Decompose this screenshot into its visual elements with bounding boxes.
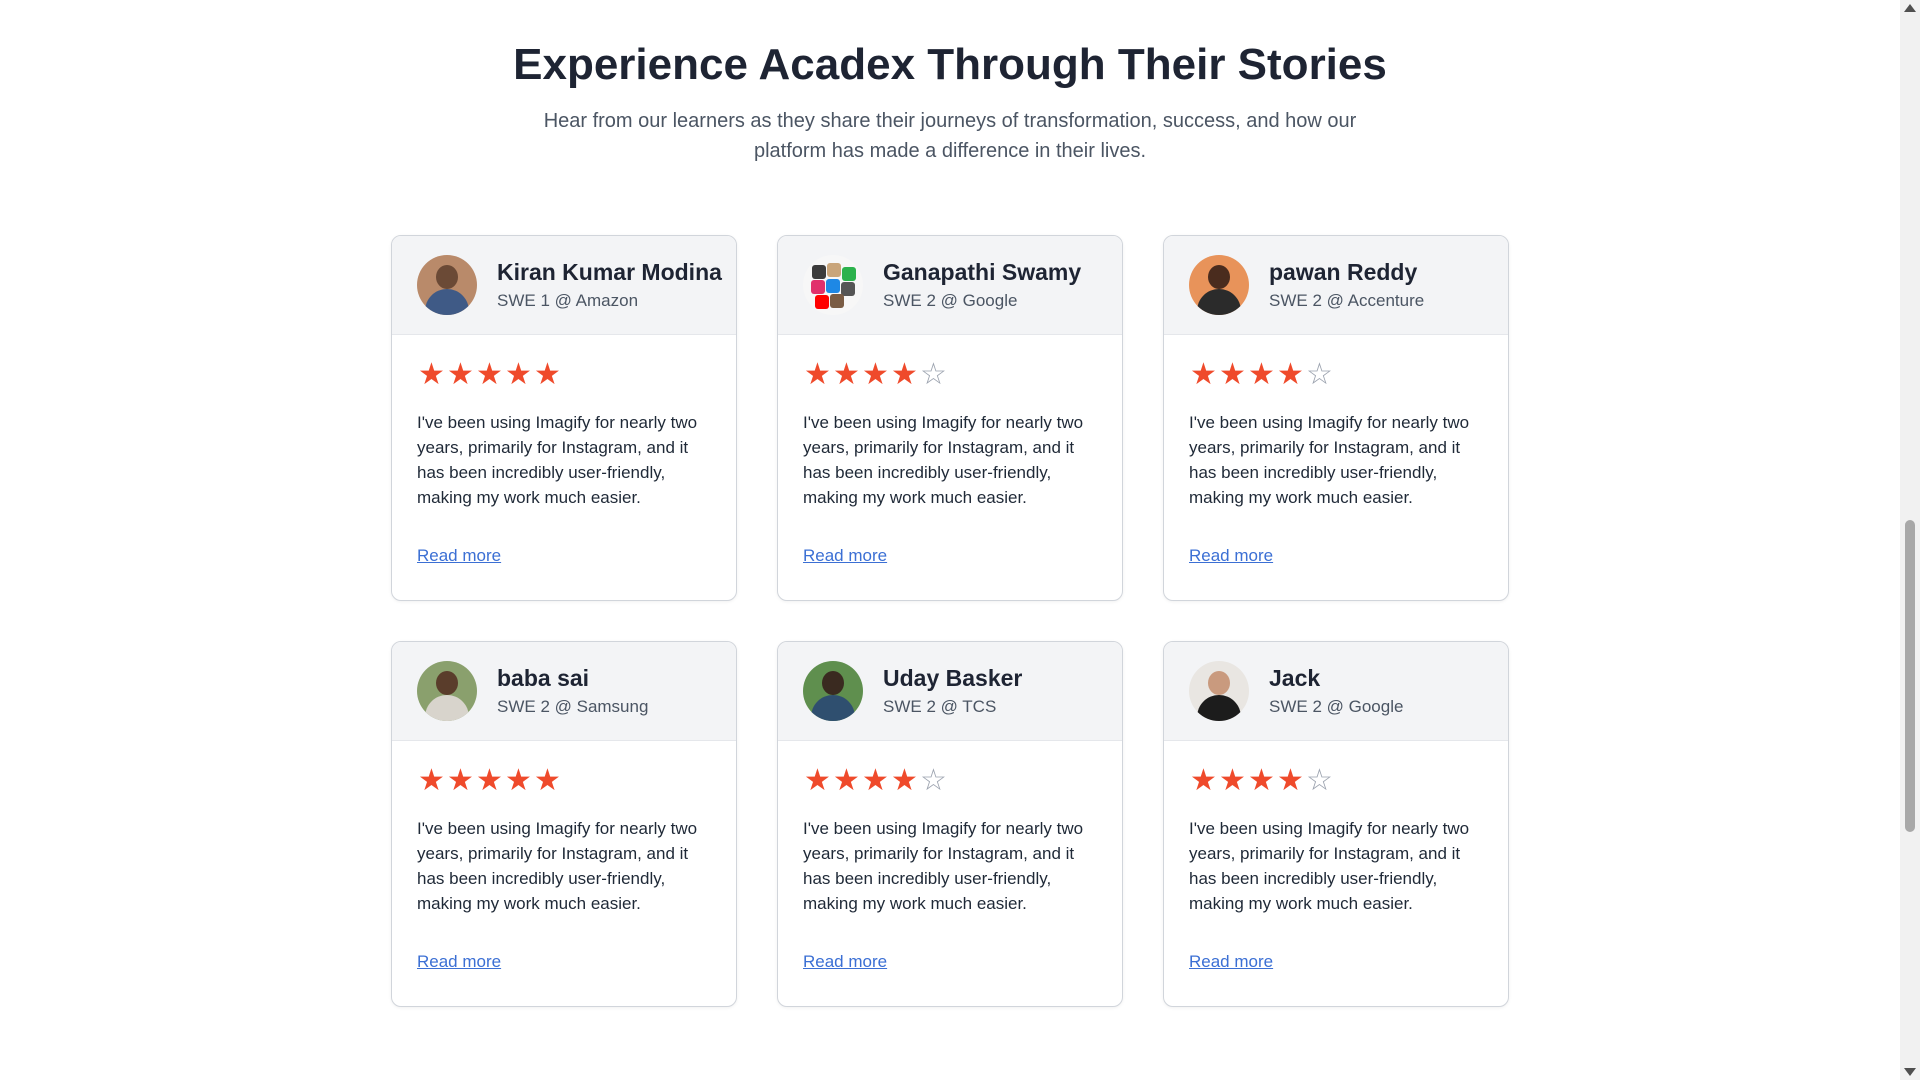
avatar [1189, 255, 1249, 315]
testimonial-card: Ganapathi Swamy SWE 2 @ Google ★ ★ ★ ★ ☆ I'v… [777, 235, 1123, 601]
testimonial-quote: I've been using Imagify for nearly two y… [803, 819, 1084, 913]
star-empty-icon: ☆ [1306, 358, 1333, 391]
testimonial-card: Kiran Kumar Modina SWE 1 @ Amazon ★ ★ ★ ★ ★ … [391, 235, 737, 601]
star-filled-icon: ★ [862, 358, 889, 391]
author-name: baba sai [497, 665, 590, 691]
read-more-link[interactable]: Read more [803, 952, 887, 972]
card-header: pawan Reddy SWE 2 @ Accenture [1164, 236, 1508, 335]
author-name: Uday Basker [883, 665, 1023, 691]
star-filled-icon: ★ [476, 358, 503, 391]
star-filled-icon: ★ [833, 358, 860, 391]
testimonials-section: Experience Acadex Through Their Stories … [0, 0, 1900, 1080]
star-rating: ★ ★ ★ ★ ★ [417, 358, 562, 392]
scroll-down-arrow-icon[interactable] [1904, 1068, 1916, 1076]
star-filled-icon: ★ [1277, 764, 1304, 797]
card-header: baba sai SWE 2 @ Samsung [392, 642, 736, 741]
star-filled-icon: ★ [418, 358, 445, 391]
section-subtitle: Hear from our learners as they share the… [543, 110, 1357, 162]
star-filled-icon: ★ [476, 764, 503, 797]
author-name: pawan Reddy [1269, 259, 1418, 285]
star-filled-icon: ★ [804, 764, 831, 797]
star-filled-icon: ★ [833, 764, 860, 797]
read-more-link[interactable]: Read more [417, 546, 501, 566]
testimonial-quote: I've been using Imagify for nearly two y… [417, 819, 698, 913]
vertical-scrollbar[interactable] [1900, 0, 1920, 1080]
star-filled-icon: ★ [804, 358, 831, 391]
author-role: SWE 2 @ TCS [883, 697, 997, 716]
author-name: Kiran Kumar Modina [497, 259, 722, 285]
star-filled-icon: ★ [534, 358, 561, 391]
read-more-link[interactable]: Read more [1189, 952, 1273, 972]
star-filled-icon: ★ [534, 764, 561, 797]
star-rating: ★ ★ ★ ★ ☆ [1189, 358, 1334, 392]
star-empty-icon: ☆ [920, 358, 947, 391]
card-header: Jack SWE 2 @ Google [1164, 642, 1508, 741]
star-filled-icon: ★ [447, 764, 474, 797]
avatar [417, 255, 477, 315]
star-filled-icon: ★ [1190, 358, 1217, 391]
read-more-link[interactable]: Read more [803, 546, 887, 566]
avatar [803, 661, 863, 721]
star-empty-icon: ☆ [920, 764, 947, 797]
testimonial-card: Jack SWE 2 @ Google ★ ★ ★ ★ ☆ I've been usin… [1163, 641, 1509, 1007]
star-empty-icon: ☆ [1306, 764, 1333, 797]
star-filled-icon: ★ [1219, 358, 1246, 391]
avatar [803, 255, 863, 315]
testimonial-quote: I've been using Imagify for nearly two y… [803, 413, 1084, 507]
author-role: SWE 2 @ Google [883, 291, 1018, 310]
star-filled-icon: ★ [1248, 358, 1275, 391]
author-name: Ganapathi Swamy [883, 259, 1082, 285]
star-filled-icon: ★ [1248, 764, 1275, 797]
read-more-link[interactable]: Read more [1189, 546, 1273, 566]
testimonial-card: Uday Basker SWE 2 @ TCS ★ ★ ★ ★ ☆ I've been … [777, 641, 1123, 1007]
author-name: Jack [1269, 665, 1321, 691]
star-filled-icon: ★ [418, 764, 445, 797]
testimonial-card: pawan Reddy SWE 2 @ Accenture ★ ★ ★ ★ ☆ I've… [1163, 235, 1509, 601]
star-filled-icon: ★ [505, 764, 532, 797]
testimonial-quote: I've been using Imagify for nearly two y… [1189, 413, 1470, 507]
card-header: Kiran Kumar Modina SWE 1 @ Amazon [392, 236, 736, 335]
testimonial-card: baba sai SWE 2 @ Samsung ★ ★ ★ ★ ★ I've been… [391, 641, 737, 1007]
read-more-link[interactable]: Read more [417, 952, 501, 972]
testimonial-quote: I've been using Imagify for nearly two y… [417, 413, 698, 507]
star-filled-icon: ★ [505, 358, 532, 391]
star-rating: ★ ★ ★ ★ ★ [417, 764, 562, 798]
author-role: SWE 1 @ Amazon [497, 291, 639, 310]
author-role: SWE 2 @ Accenture [1269, 291, 1425, 310]
card-header: Ganapathi Swamy SWE 2 @ Google [778, 236, 1122, 335]
star-filled-icon: ★ [1277, 358, 1304, 391]
card-header: Uday Basker SWE 2 @ TCS [778, 642, 1122, 741]
author-role: SWE 2 @ Google [1269, 697, 1404, 716]
star-filled-icon: ★ [862, 764, 889, 797]
star-filled-icon: ★ [891, 764, 918, 797]
testimonial-quote: I've been using Imagify for nearly two y… [1189, 819, 1470, 913]
author-role: SWE 2 @ Samsung [497, 697, 649, 716]
scrollbar-thumb[interactable] [1905, 520, 1915, 832]
testimonial-grid: Kiran Kumar Modina SWE 1 @ Amazon ★ ★ ★ ★ ★ … [391, 235, 1509, 1007]
scroll-up-arrow-icon[interactable] [1904, 4, 1916, 12]
avatar [417, 661, 477, 721]
star-rating: ★ ★ ★ ★ ☆ [1189, 764, 1334, 798]
star-filled-icon: ★ [1219, 764, 1246, 797]
avatar [1189, 661, 1249, 721]
star-rating: ★ ★ ★ ★ ☆ [803, 358, 948, 392]
star-filled-icon: ★ [891, 358, 918, 391]
section-title: Experience Acadex Through Their Stories [513, 40, 1387, 89]
star-filled-icon: ★ [1190, 764, 1217, 797]
star-rating: ★ ★ ★ ★ ☆ [803, 764, 948, 798]
star-filled-icon: ★ [447, 358, 474, 391]
